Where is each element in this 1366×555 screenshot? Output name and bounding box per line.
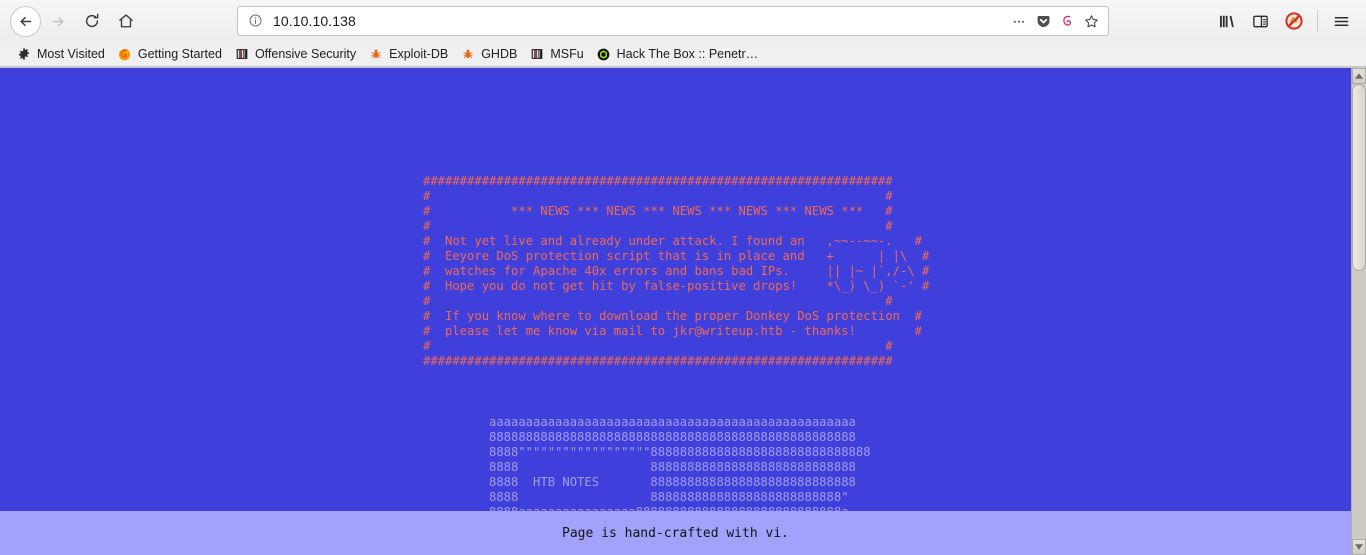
bookmark-getting-started[interactable]: Getting Started bbox=[111, 44, 228, 65]
bookmark-label: Hack The Box :: Penetr… bbox=[616, 47, 759, 61]
pocket-icon[interactable] bbox=[1032, 10, 1054, 32]
bookmark-most-visited[interactable]: Most Visited bbox=[10, 44, 111, 65]
bookmark-label: Most Visited bbox=[37, 47, 105, 61]
vertical-scrollbar[interactable] bbox=[1351, 68, 1366, 555]
bookmarks-toolbar: Most Visited Getting Started Offensive S… bbox=[0, 42, 1366, 67]
htb-icon bbox=[596, 46, 612, 62]
bug-icon bbox=[460, 46, 476, 62]
home-button[interactable] bbox=[109, 4, 143, 38]
url-input[interactable]: 10.10.10.138 bbox=[273, 13, 1006, 29]
bookmark-label: Offensive Security bbox=[254, 47, 357, 61]
bookmark-label: Getting Started bbox=[137, 47, 222, 61]
star-outline-icon[interactable] bbox=[1080, 10, 1102, 32]
reader-mode-icon[interactable] bbox=[1056, 10, 1078, 32]
bug-icon bbox=[368, 46, 384, 62]
back-button[interactable] bbox=[10, 5, 41, 37]
bookmark-hack-the-box[interactable]: Hack The Box :: Penetr… bbox=[590, 44, 765, 65]
noscript-icon[interactable] bbox=[1279, 6, 1309, 36]
hamburger-menu-icon[interactable] bbox=[1326, 6, 1356, 36]
firefox-icon bbox=[117, 46, 133, 62]
scroll-down-icon[interactable] bbox=[1352, 539, 1366, 555]
book-icon bbox=[234, 46, 250, 62]
book-icon bbox=[529, 46, 545, 62]
footer-text: Page is hand-crafted with vi. bbox=[562, 525, 789, 541]
scroll-up-icon[interactable] bbox=[1352, 68, 1366, 84]
forward-button[interactable] bbox=[41, 4, 75, 38]
toolbar-right-icons bbox=[1203, 6, 1358, 36]
scrollbar-thumb[interactable] bbox=[1352, 84, 1366, 271]
page-viewport: ########################################… bbox=[0, 68, 1366, 555]
reload-button[interactable] bbox=[75, 4, 109, 38]
scrollbar-track[interactable] bbox=[1352, 84, 1366, 539]
news-banner-ascii: ########################################… bbox=[423, 174, 930, 369]
bookmark-ghdb[interactable]: GHDB bbox=[454, 44, 523, 65]
bookmark-label: MSFu bbox=[550, 47, 584, 61]
ellipsis-icon[interactable] bbox=[1008, 10, 1030, 32]
page-footer: Page is hand-crafted with vi. bbox=[0, 511, 1351, 555]
url-bar-container: 10.10.10.138 bbox=[143, 6, 1203, 36]
browser-chrome: 10.10.10.138 Most Visited Getting Starte… bbox=[0, 0, 1366, 68]
toolbar-divider bbox=[1317, 10, 1318, 32]
library-icon[interactable] bbox=[1211, 6, 1241, 36]
info-circle-icon[interactable] bbox=[248, 13, 264, 29]
sidebars-icon[interactable] bbox=[1245, 6, 1275, 36]
navigation-toolbar: 10.10.10.138 bbox=[0, 0, 1366, 42]
bookmark-label: GHDB bbox=[481, 47, 518, 61]
url-bar[interactable]: 10.10.10.138 bbox=[237, 6, 1109, 36]
bookmark-offensive-security[interactable]: Offensive Security bbox=[228, 44, 362, 65]
bookmark-exploit-db[interactable]: Exploit-DB bbox=[362, 44, 454, 65]
gear-icon bbox=[16, 46, 32, 62]
bookmark-label: Exploit-DB bbox=[389, 47, 449, 61]
bookmark-msfu[interactable]: MSFu bbox=[523, 44, 589, 65]
page-content: ########################################… bbox=[0, 68, 1351, 555]
